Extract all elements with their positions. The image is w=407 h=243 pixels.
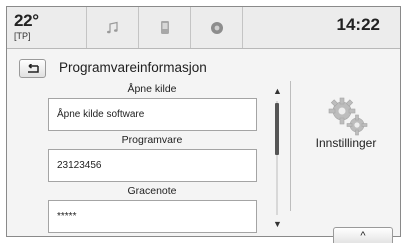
back-arrow-icon	[27, 63, 39, 73]
gracenote-label: Gracenote	[127, 185, 177, 197]
gears-icon	[328, 97, 368, 136]
music-note-icon	[106, 21, 118, 33]
page-title: Programvareinformasjon	[59, 60, 207, 75]
music-shortcut[interactable]	[87, 7, 139, 48]
scroll-up-arrow-icon[interactable]: ▲	[273, 86, 282, 96]
gracenote-field[interactable]: *****	[48, 200, 257, 233]
clock: 14:22	[243, 7, 400, 48]
software-label: Programvare	[121, 134, 183, 146]
temperature-value: 22°	[14, 11, 39, 30]
caret-up-icon: ^	[360, 230, 366, 242]
radio-station-icon	[210, 21, 223, 34]
open-source-label: Åpne kilde	[127, 83, 177, 95]
open-source-field[interactable]: Åpne kilde software	[48, 98, 257, 131]
software-version-field[interactable]: 23123456	[48, 149, 257, 182]
scroll-down-arrow-icon[interactable]: ▼	[273, 219, 282, 229]
settings-label: Innstillinger	[315, 136, 377, 150]
software-info-list: Åpne kilde Åpne kilde software Programva…	[47, 80, 257, 235]
radio-shortcut[interactable]	[191, 7, 243, 48]
settings-button[interactable]: Innstillinger	[290, 81, 400, 211]
expand-up-button[interactable]: ^	[333, 227, 393, 243]
traffic-program-indicator: [TP]	[14, 31, 31, 41]
time-value: 14:22	[336, 15, 380, 34]
phone-shortcut[interactable]	[139, 7, 191, 48]
phone-icon	[160, 21, 169, 34]
scrollbar-thumb[interactable]	[275, 103, 279, 155]
temperature-display: 22° [TP]	[7, 7, 87, 48]
infotainment-screen: 22° [TP] 14:22 Programvareinformasjon Åp…	[6, 6, 401, 243]
back-button[interactable]	[19, 59, 46, 78]
status-bar: 22° [TP] 14:22	[7, 7, 400, 49]
